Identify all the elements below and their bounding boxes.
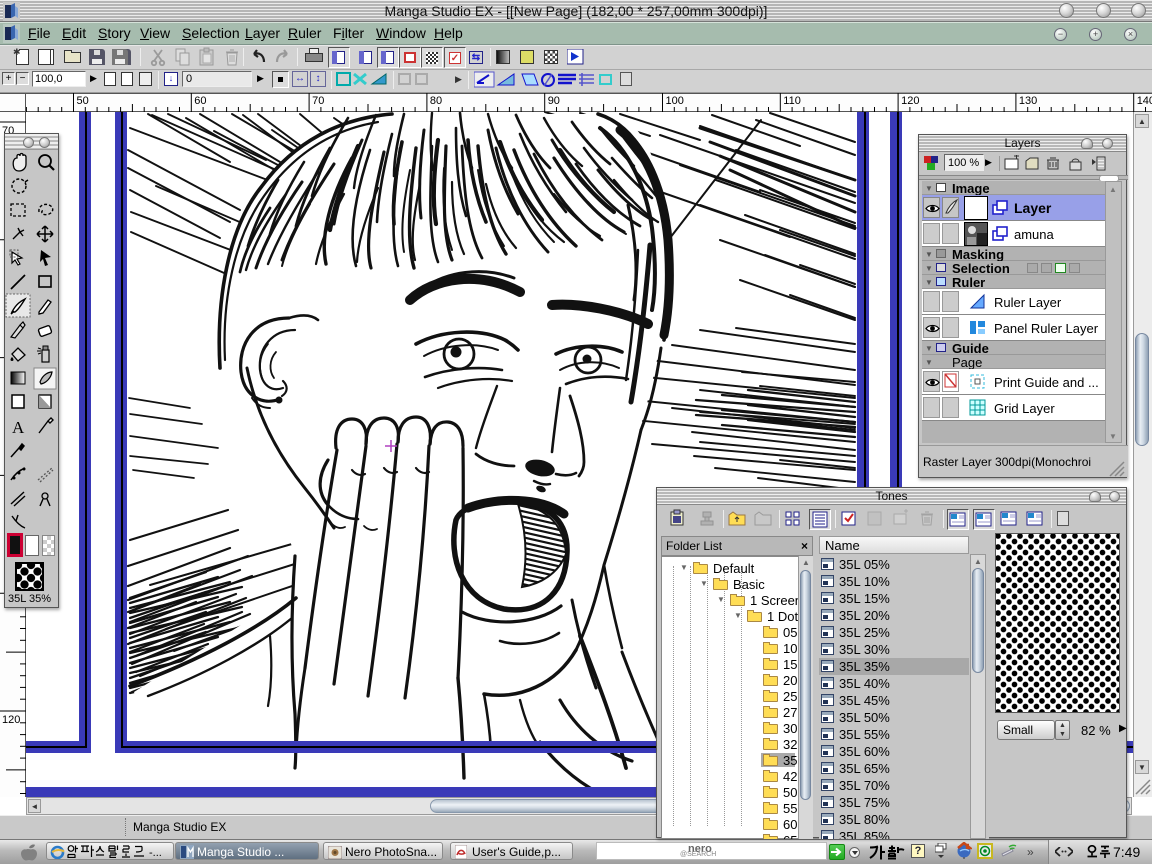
svg-text:120: 120	[2, 714, 20, 726]
svg-text:50: 50	[77, 95, 89, 107]
svg-text:70: 70	[312, 95, 324, 107]
svg-text:-...: -...	[149, 847, 162, 858]
svg-text:90: 90	[548, 95, 560, 107]
svg-text:80: 80	[430, 95, 442, 107]
svg-text:130: 130	[1019, 95, 1037, 107]
svg-text:60: 60	[194, 95, 206, 107]
svg-text:140: 140	[1137, 95, 1152, 107]
svg-text:100: 100	[666, 95, 684, 107]
svg-text:110: 110	[783, 95, 801, 107]
svg-text:120: 120	[901, 95, 919, 107]
svg-text:A: A	[12, 418, 25, 437]
